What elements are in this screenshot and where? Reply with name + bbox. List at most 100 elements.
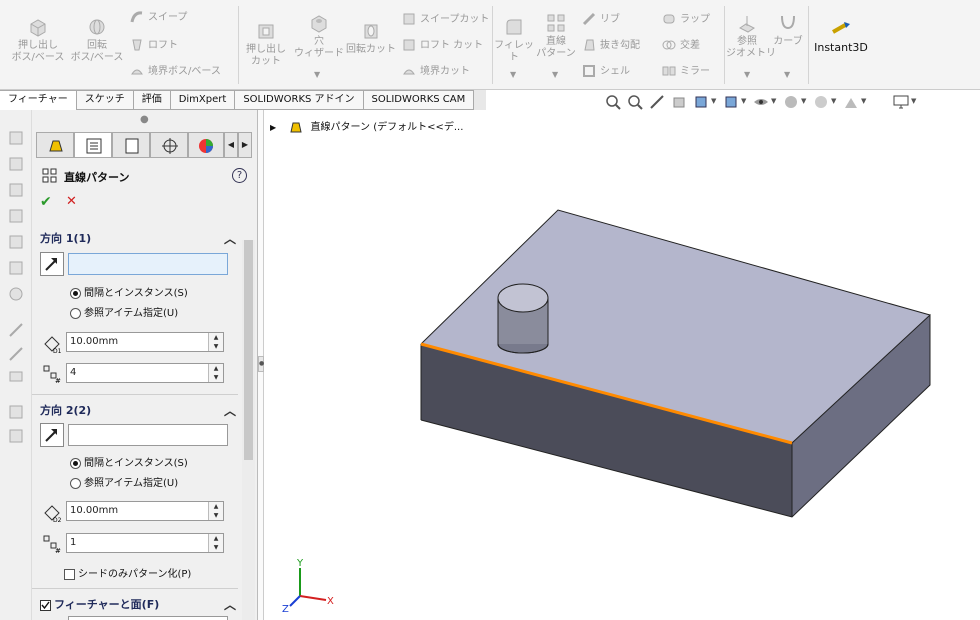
direction2-reverse-button[interactable] [40, 423, 64, 447]
graphics-area[interactable]: Y X Z [265, 110, 980, 620]
expand-arrow-icon[interactable]: ▶ [270, 123, 276, 132]
dir2-spacing-input[interactable]: 10.00mm ▲ ▼ [66, 501, 224, 521]
sketch-tool-icon[interactable] [8, 346, 24, 362]
draft-button[interactable]: 抜き勾配 [582, 38, 640, 53]
sketch-tool-icon[interactable] [8, 370, 24, 386]
sketch-tool-icon[interactable] [8, 428, 24, 444]
monitor-icon[interactable] [893, 94, 909, 110]
direction1-selection-box[interactable] [68, 253, 228, 275]
instant3d-button[interactable]: Instant3D [812, 18, 870, 54]
wrap-button[interactable]: ラップ [662, 12, 710, 27]
mirror-button[interactable]: ミラー [662, 64, 710, 79]
loft-cut-button[interactable]: ロフト カット [402, 38, 483, 53]
ref-geometry-button[interactable]: 参照 ジオメトリ [726, 12, 776, 60]
panel-grip[interactable]: ● [140, 114, 149, 125]
dynamic-annotation-icon[interactable] [693, 94, 709, 110]
sweep-button[interactable]: スイープ [130, 10, 187, 25]
seed-only-checkbox[interactable]: シードのみパターン化(P) [64, 565, 191, 580]
help-button[interactable]: ? [232, 168, 247, 183]
sketch-tool-icon[interactable] [8, 130, 24, 146]
features-selection-box[interactable] [68, 616, 228, 620]
chevron-up-icon[interactable]: ︿ [224, 230, 236, 247]
sketch-tool-icon[interactable] [8, 156, 24, 172]
sketch-tool-icon[interactable] [8, 208, 24, 224]
tab-evaluate[interactable]: 評価 [133, 90, 171, 110]
loft-button[interactable]: ロフト [130, 38, 178, 53]
tab-display-manager[interactable] [188, 132, 224, 158]
curves-dropdown[interactable]: ▼ [784, 70, 790, 79]
sketch-tool-icon[interactable] [8, 286, 24, 302]
extrude-cut-button[interactable]: 押し出し カット [242, 20, 290, 68]
extrude-boss-button[interactable]: 押し出し ボス/ベース [8, 16, 68, 64]
tab-scroll-right[interactable]: ▶ [238, 132, 252, 158]
features-faces-header[interactable]: フィーチャーと面(F) ︿ [40, 596, 236, 614]
cylinder-top-face[interactable] [497, 283, 549, 313]
direction2-selection-box[interactable] [68, 424, 228, 446]
splitter-handle[interactable]: ● [258, 356, 264, 372]
tab-cam[interactable]: SOLIDWORKS CAM [363, 90, 475, 110]
boundary-cut-button[interactable]: 境界カット [402, 64, 470, 79]
sketch-tool-icon[interactable] [8, 260, 24, 276]
tab-sketch[interactable]: スケッチ [76, 90, 134, 110]
zoom-to-fit-icon[interactable] [605, 94, 621, 110]
scene-icon[interactable] [843, 94, 859, 110]
hole-wizard-dropdown[interactable]: ▼ [314, 70, 320, 79]
chevron-up-icon[interactable]: ︿ [224, 596, 236, 613]
direction1-reverse-button[interactable] [40, 252, 64, 276]
tab-feature-tree[interactable] [36, 132, 74, 158]
swept-cut-button[interactable]: スイープカット [402, 12, 489, 27]
tab-features[interactable]: フィーチャー [0, 90, 77, 110]
tab-addins[interactable]: SOLIDWORKS アドイン [235, 90, 364, 110]
direction2-header[interactable]: 方向 2(2) ︿ [40, 402, 236, 420]
pattern-dropdown[interactable]: ▼ [552, 70, 558, 79]
dir2-radio-ref[interactable]: 参照アイテム指定(U) [70, 476, 178, 492]
tab-property-manager[interactable] [74, 132, 112, 158]
sketch-tool-icon[interactable] [8, 182, 24, 198]
view-orient-icon[interactable] [723, 94, 739, 110]
tab-dimxpert-manager[interactable] [150, 132, 188, 158]
display-style-icon[interactable] [753, 94, 769, 110]
linear-pattern-button[interactable]: 直線 パターン [536, 12, 576, 60]
cancel-button[interactable]: ✕ [66, 194, 77, 209]
pm-scrollbar[interactable] [242, 240, 255, 620]
fillet-button[interactable]: フィレット [494, 16, 534, 64]
intersect-button[interactable]: 交差 [662, 38, 700, 53]
revolve-cut-button[interactable]: 回転カット [344, 20, 398, 56]
rib-button[interactable]: リブ [582, 12, 620, 27]
revolve-boss-button[interactable]: 回転 ボス/ベース [68, 16, 126, 64]
dropdown-icon[interactable]: ▼ [911, 97, 927, 113]
shell-button[interactable]: シェル [582, 64, 630, 79]
ok-button[interactable]: ✔ [40, 194, 52, 210]
panel-splitter[interactable]: ● [258, 110, 264, 620]
dir1-instances-input[interactable]: 4 ▲ ▼ [66, 363, 224, 383]
chevron-up-icon[interactable]: ︿ [224, 402, 236, 419]
edit-appearance-icon[interactable] [813, 94, 829, 110]
ref-geometry-dropdown[interactable]: ▼ [744, 70, 750, 79]
hole-wizard-button[interactable]: 穴 ウィザード [294, 12, 344, 60]
checkbox-checked-icon[interactable] [40, 599, 51, 611]
sketch-tool-icon[interactable] [8, 322, 24, 338]
tab-dimxpert[interactable]: DimXpert [170, 90, 236, 110]
sketch-tool-icon[interactable] [8, 404, 24, 420]
zoom-area-icon[interactable] [627, 94, 643, 110]
hide-show-icon[interactable] [783, 94, 799, 110]
dir1-radio-spacing[interactable]: 間隔とインスタンス(S) [70, 286, 188, 302]
curves-button[interactable]: カーブ [770, 12, 806, 48]
tab-configuration[interactable] [112, 132, 150, 158]
fillet-dropdown[interactable]: ▼ [510, 70, 516, 79]
dir2-radio-spacing[interactable]: 間隔とインスタンス(S) [70, 456, 188, 472]
sketch-tool-icon[interactable] [8, 234, 24, 250]
spin-arrows-icon[interactable]: ▲ ▼ [208, 333, 223, 351]
spin-arrows-icon[interactable]: ▲ ▼ [208, 534, 223, 552]
dropdown-icon[interactable]: ▼ [861, 97, 877, 113]
spin-arrows-icon[interactable]: ▲ ▼ [208, 364, 223, 382]
dir1-spacing-input[interactable]: 10.00mm ▲ ▼ [66, 332, 224, 352]
boundary-boss-button[interactable]: 境界ボス/ベース [130, 64, 221, 79]
direction1-header[interactable]: 方向 1(1) ︿ [40, 230, 236, 248]
feature-tree-flyout[interactable]: ▶ 直線パターン (デフォルト<<デ... [270, 118, 463, 134]
spin-arrows-icon[interactable]: ▲ ▼ [208, 502, 223, 520]
dir1-radio-ref[interactable]: 参照アイテム指定(U) [70, 306, 178, 322]
tab-scroll-left[interactable]: ◀ [224, 132, 238, 158]
dir2-instances-input[interactable]: 1 ▲ ▼ [66, 533, 224, 553]
pm-scrollbar-thumb[interactable] [244, 240, 253, 460]
